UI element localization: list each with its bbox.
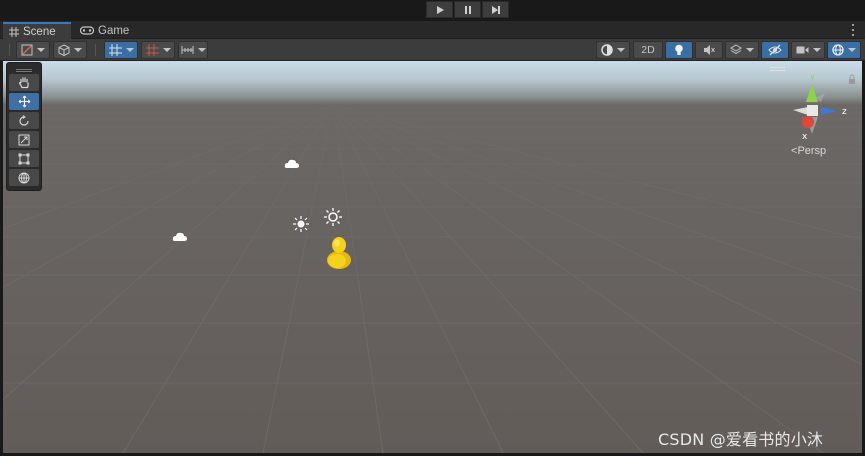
lightbulb-icon — [675, 44, 683, 55]
orientation-gizmo[interactable]: y z x — [781, 69, 861, 144]
projection-toggle[interactable]: <Persp — [791, 145, 826, 157]
tool-palette — [6, 62, 42, 191]
global-illumination-dropdown[interactable] — [596, 41, 630, 59]
scene-visibility-toggle[interactable] — [761, 41, 789, 59]
play-button[interactable] — [426, 1, 453, 18]
tab-label: Game — [98, 24, 130, 37]
move-tool-button[interactable] — [9, 93, 39, 110]
snap-increment-dropdown[interactable] — [141, 41, 175, 59]
more-options-icon[interactable] — [850, 24, 856, 36]
increment-snapping-dropdown[interactable] — [178, 41, 208, 59]
toolbar-separator — [9, 44, 10, 56]
draw-mode-dropdown[interactable] — [16, 41, 50, 59]
speaker-muted-icon — [704, 45, 715, 55]
scene-toolbar: 2D — [0, 39, 865, 61]
transform-globe-icon — [18, 172, 30, 183]
gizmo-z-label: z — [842, 107, 847, 117]
sphere-icon — [601, 44, 613, 56]
gizmo-y-label: y — [810, 72, 815, 81]
grid-snapping-dropdown[interactable] — [104, 41, 138, 59]
tab-scene[interactable]: Scene — [3, 22, 71, 39]
toolbar-separator — [95, 44, 96, 56]
rect-tool-button[interactable] — [9, 150, 39, 167]
cube-icon — [58, 44, 70, 56]
play-controls — [426, 1, 509, 19]
ground-grid — [3, 104, 862, 453]
hand-icon — [18, 77, 29, 89]
toggle-2d-button[interactable]: 2D — [633, 41, 663, 59]
light-icon[interactable] — [292, 215, 310, 233]
rotate-tool-button[interactable] — [9, 112, 39, 129]
shading-mode-dropdown[interactable] — [53, 41, 87, 59]
snap-increment-icon — [145, 44, 159, 56]
hand-tool-button[interactable] — [9, 74, 39, 91]
draw-mode-icon — [21, 44, 33, 56]
tab-label: Scene — [23, 25, 56, 38]
character-model[interactable] — [325, 236, 353, 270]
grid-icon — [9, 26, 19, 37]
gizmo-x-label: x — [802, 132, 808, 142]
scale-tool-button[interactable] — [9, 131, 39, 148]
camera-icon — [796, 46, 808, 54]
play-icon — [436, 5, 444, 14]
tab-game[interactable]: Game — [74, 22, 134, 39]
gizmo-globe-icon — [832, 44, 844, 56]
effects-dropdown[interactable] — [725, 41, 759, 59]
rect-transform-icon — [18, 153, 30, 164]
toggle-2d-label: 2D — [641, 44, 655, 56]
tab-bar: Scene Game — [0, 21, 865, 39]
watermark-text: CSDN @爱看书的小沐 — [658, 430, 824, 449]
transform-tool-button[interactable] — [9, 169, 39, 186]
layers-icon — [730, 44, 742, 55]
scale-icon — [18, 134, 30, 145]
gizmos-dropdown[interactable] — [827, 41, 861, 59]
camera-settings-dropdown[interactable] — [791, 41, 825, 59]
step-button[interactable] — [482, 1, 509, 18]
eye-crossed-icon — [768, 44, 782, 56]
audio-toggle-button[interactable] — [695, 41, 723, 59]
cloud-icon[interactable] — [172, 231, 188, 243]
scene-viewport[interactable]: y z x <Persp CSDN @爱看书的小沐 — [3, 61, 862, 453]
move-arrows-icon — [18, 95, 30, 108]
cloud-icon[interactable] — [284, 158, 300, 170]
lighting-toggle-button[interactable] — [665, 41, 693, 59]
directional-light-icon[interactable] — [323, 207, 343, 227]
gizmo-axis-cones — [793, 84, 837, 134]
lock-icon[interactable] — [849, 74, 855, 84]
pause-icon — [464, 5, 471, 14]
grid-snap-icon — [108, 44, 122, 56]
step-icon — [491, 5, 500, 14]
ruler-icon — [181, 46, 193, 54]
palette-grip[interactable] — [9, 65, 39, 73]
play-bar — [0, 0, 865, 20]
rotate-icon — [19, 114, 29, 126]
pause-button[interactable] — [454, 1, 481, 18]
gamepad-icon — [80, 26, 94, 35]
projection-label: Persp — [797, 145, 827, 157]
